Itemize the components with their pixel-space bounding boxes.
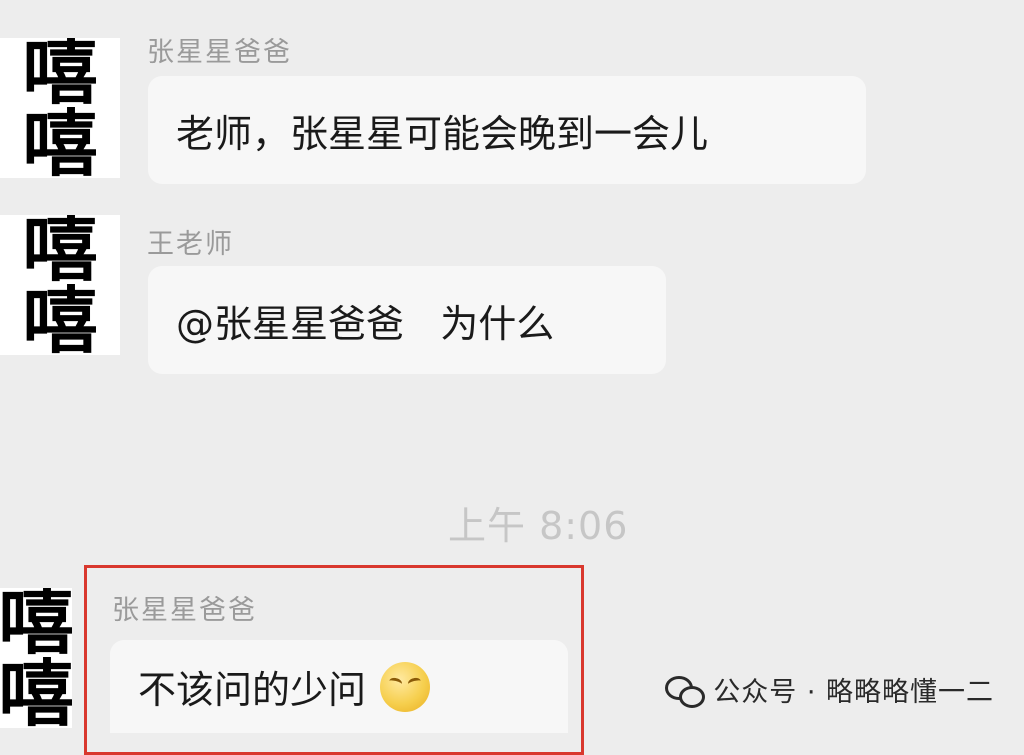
avatar-glyph: 嘻 [22, 215, 98, 291]
message-bubble[interactable]: @张星星爸爸 为什么 [148, 266, 666, 374]
avatar-glyph: 嘻 [22, 101, 98, 179]
watermark-text: 公众号 · 略略略懂一二 [713, 677, 994, 708]
sender-name: 王老师 [147, 229, 234, 260]
message-bubble[interactable]: 老师，张星星可能会晚到一会儿 [148, 76, 866, 184]
avatar[interactable]: 嘻 嘻 [0, 215, 120, 355]
wechat-icon [665, 674, 706, 708]
watermark: 公众号 · 略略略懂一二 [665, 670, 994, 709]
avatar[interactable]: 嘻 嘻 [0, 588, 72, 728]
message-bubble[interactable]: 不该问的少问 [110, 640, 568, 733]
avatar-glyph: 嘻 [22, 38, 98, 114]
avatar[interactable]: 嘻 嘻 [0, 38, 120, 178]
message-text: @张星星爸爸 为什么 [176, 301, 555, 346]
sender-name: 张星星爸爸 [147, 37, 292, 68]
avatar-glyph: 嘻 [0, 651, 72, 729]
chat-window: 嘻 嘻 张星星爸爸 老师，张星星可能会晚到一会儿 嘻 嘻 王老师 @张星星爸爸 … [0, 0, 1024, 755]
avatar-glyph: 嘻 [0, 588, 72, 664]
sender-name: 张星星爸爸 [112, 595, 257, 626]
angry-face-icon [380, 661, 431, 712]
message-text: 不该问的少问 [138, 668, 367, 712]
message-text: 老师，张星星可能会晚到一会儿 [176, 111, 709, 156]
avatar-glyph: 嘻 [22, 278, 98, 356]
timestamp: 上午 8:06 [448, 504, 629, 548]
